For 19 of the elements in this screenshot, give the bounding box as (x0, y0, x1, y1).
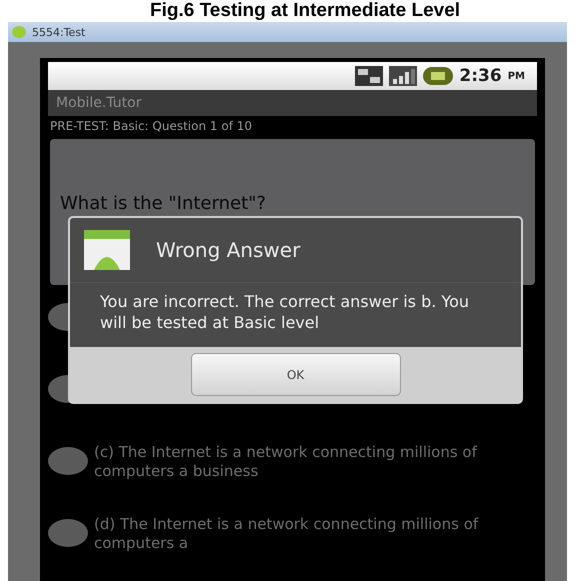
app-icon (12, 26, 26, 38)
ok-button[interactable]: OK (190, 353, 400, 396)
figure-caption: Fig.6 Testing at Intermediate Level (149, 0, 462, 22)
question-text: What is the "Internet"? (60, 193, 266, 214)
network-icon (355, 66, 384, 86)
clock-meridiem: PM (508, 70, 525, 82)
radio-button[interactable] (48, 447, 88, 475)
dialog-title: Wrong Answer (156, 238, 300, 262)
radio-button[interactable] (48, 519, 88, 547)
clock-time: 2:36 (459, 66, 502, 86)
question-counter: PRE-TEST: Basic: Question 1 of 10 (49, 118, 253, 135)
app-icon (84, 230, 130, 270)
answer-option-text: (d) The Internet is a network connecting millions of computers a (94, 515, 480, 553)
dialog-message: You are incorrect. The correct answer is b. You will be tested at Basic level (99, 291, 470, 334)
window-title: 5554:Test (32, 26, 86, 38)
answer-option-text: (c) The Internet is a network connecting millions of computers a business (94, 443, 478, 481)
app-title: Mobile.Tutor (56, 95, 142, 111)
signal-icon (389, 66, 418, 86)
battery-icon (423, 67, 454, 85)
